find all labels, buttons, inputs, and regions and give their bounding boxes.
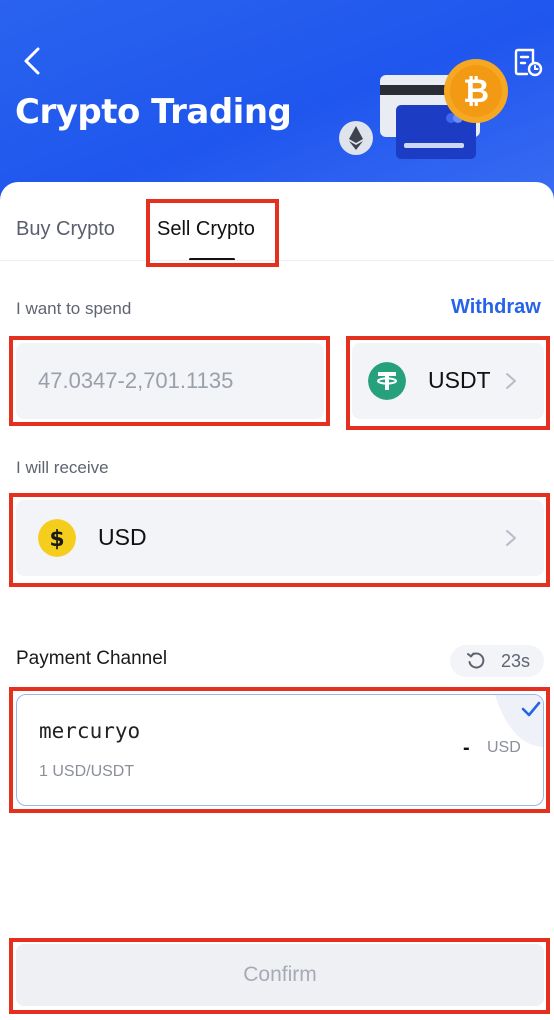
- channel-name: mercuryo: [39, 719, 141, 743]
- receive-currency-label: USD: [98, 524, 147, 550]
- tabs-divider: [0, 260, 554, 261]
- chevron-right-icon: [506, 530, 516, 546]
- spend-amount-input[interactable]: [16, 343, 324, 419]
- tab-buy-crypto[interactable]: Buy Crypto: [16, 218, 115, 241]
- channel-amount: -: [463, 737, 470, 759]
- dollar-coin-icon: $: [38, 519, 76, 557]
- refresh-icon: [467, 652, 485, 669]
- svg-text:₿: ₿: [463, 72, 489, 110]
- spend-coin-select[interactable]: USDT: [352, 343, 544, 419]
- timer-label: 23s: [501, 651, 531, 671]
- chevron-left-icon: [24, 47, 40, 75]
- channel-rate: 1 USD/USDT: [39, 763, 135, 780]
- refresh-timer[interactable]: 23s: [450, 645, 544, 677]
- tether-icon: [368, 362, 406, 400]
- receive-label: I will receive: [16, 458, 109, 477]
- confirm-button[interactable]: Confirm: [16, 944, 544, 1006]
- spend-label: I want to spend: [16, 299, 132, 318]
- back-button[interactable]: [18, 44, 48, 78]
- svg-text:$: $: [49, 527, 64, 552]
- spend-coin-label: USDT: [428, 367, 491, 393]
- header: Crypto Trading ₿: [0, 0, 554, 200]
- spend-amount-field[interactable]: [16, 343, 324, 419]
- page-title: Crypto Trading: [15, 92, 292, 132]
- cards-illustration: ₿: [339, 59, 508, 159]
- ethereum-icon: [339, 121, 373, 155]
- trade-tabs: Buy Crypto Sell Crypto: [0, 182, 554, 262]
- withdraw-link[interactable]: Withdraw: [451, 296, 541, 319]
- bitcoin-icon: ₿: [444, 59, 508, 123]
- receive-currency-select[interactable]: $ USD: [16, 500, 544, 576]
- payment-channel-title: Payment Channel: [16, 648, 168, 669]
- payment-channel-card-mercuryo[interactable]: mercuryo 1 USD/USDT - USD: [16, 694, 544, 806]
- chevron-right-icon: [506, 373, 516, 389]
- selected-check-icon: [495, 695, 543, 747]
- tab-sell-crypto[interactable]: Sell Crypto: [157, 218, 255, 241]
